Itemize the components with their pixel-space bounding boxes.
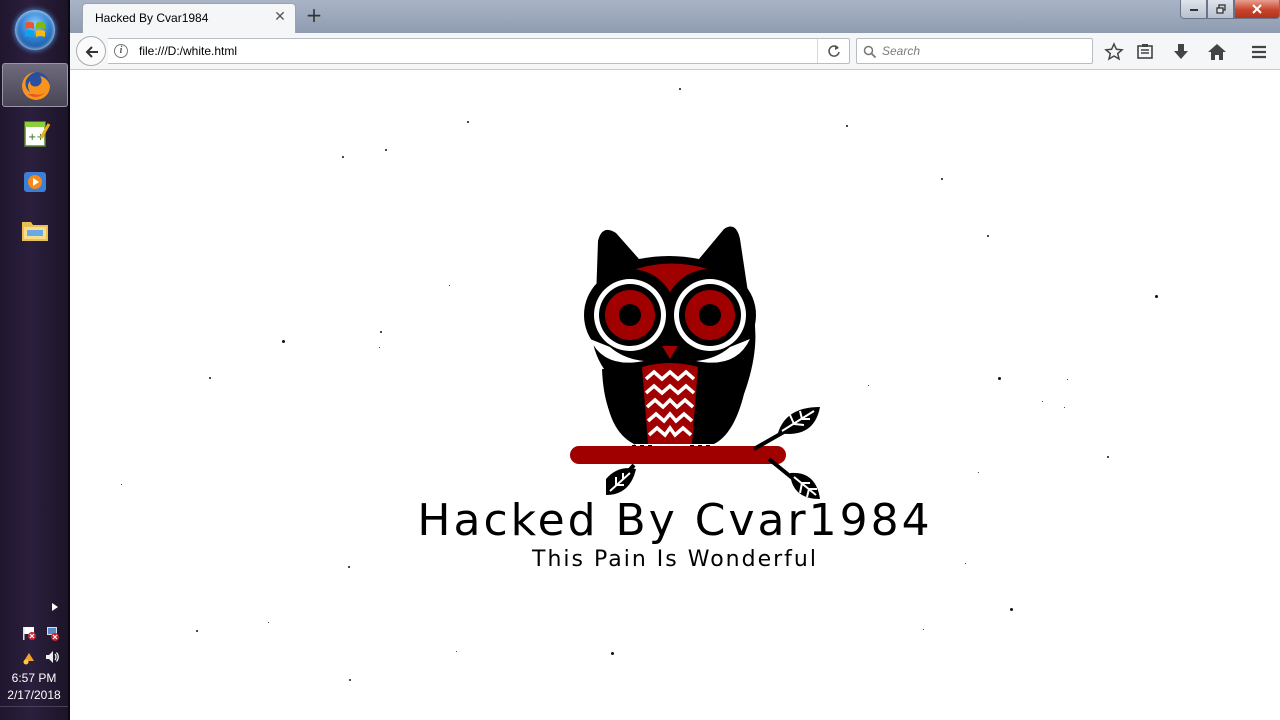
site-info-icon[interactable]: i (114, 44, 128, 58)
star-dot (379, 347, 380, 348)
star-dot (196, 630, 198, 632)
power-icon[interactable] (21, 649, 37, 665)
notepad-plus-plus-icon: ++ (24, 121, 51, 147)
star-dot (978, 472, 979, 473)
star-dot (268, 622, 269, 623)
clock-time[interactable]: 6:57 PM (0, 671, 68, 685)
search-icon (863, 45, 877, 59)
restore-icon (1215, 4, 1226, 14)
minimize-icon (1189, 9, 1198, 11)
star-dot (1064, 407, 1065, 408)
tray-expand-icon[interactable] (52, 603, 58, 611)
reading-list-icon[interactable] (1135, 42, 1155, 62)
star-dot (121, 484, 122, 485)
browser-window: Hacked By Cvar1984 ✕ + i file:///D:/whit… (70, 0, 1280, 720)
start-button[interactable] (15, 10, 55, 50)
search-bar[interactable]: Search (856, 38, 1093, 64)
star-dot (385, 149, 387, 151)
back-button[interactable] (76, 36, 106, 66)
volume-icon[interactable] (44, 649, 60, 665)
star-dot (282, 340, 285, 343)
clock-date[interactable]: 2/17/2018 (0, 688, 68, 702)
star-dot (679, 88, 681, 90)
taskbar-firefox-button[interactable] (2, 63, 68, 107)
url-bar[interactable]: i file:///D:/white.html (108, 38, 850, 64)
star-dot (1067, 379, 1068, 380)
tab-strip: Hacked By Cvar1984 ✕ + (70, 0, 1280, 33)
windows-logo-icon (25, 22, 45, 37)
star-dot (342, 156, 344, 158)
star-dot (1155, 295, 1158, 298)
action-center-flag-icon[interactable] (21, 625, 37, 641)
close-icon (1252, 4, 1262, 14)
minimize-button[interactable] (1180, 0, 1207, 19)
owl-logo (570, 226, 820, 499)
downloads-icon[interactable] (1171, 42, 1191, 62)
star-dot (846, 125, 848, 127)
star-dot (349, 679, 351, 681)
bookmark-star-icon[interactable] (1104, 42, 1124, 62)
taskbar-notepad-button[interactable]: ++ (2, 112, 68, 156)
page-subline: This Pain Is Wonderful (532, 547, 818, 572)
taskbar: ++ 6:57 PM 2/17/2018 (0, 0, 70, 720)
window-controls (1180, 0, 1280, 20)
home-icon[interactable] (1207, 42, 1227, 62)
restore-button[interactable] (1207, 0, 1234, 19)
show-desktop-button[interactable] (0, 706, 68, 720)
tab-active[interactable]: Hacked By Cvar1984 ✕ (82, 3, 296, 33)
reload-icon (828, 45, 840, 57)
star-dot (449, 285, 450, 286)
star-dot (611, 652, 614, 655)
star-dot (467, 121, 469, 123)
network-icon[interactable] (44, 625, 60, 641)
star-dot (1042, 401, 1043, 402)
star-dot (456, 651, 457, 652)
tab-title: Hacked By Cvar1984 (95, 11, 209, 25)
close-window-button[interactable] (1234, 0, 1280, 19)
reload-button[interactable] (817, 39, 849, 63)
navigation-toolbar: i file:///D:/white.html Search (70, 33, 1280, 70)
menu-icon[interactable] (1249, 42, 1269, 62)
star-dot (987, 235, 989, 237)
file-explorer-icon (22, 222, 48, 241)
star-dot (1010, 608, 1013, 611)
page-content: Hacked By Cvar1984 This Pain Is Wonderfu… (70, 71, 1280, 720)
star-dot (923, 629, 924, 630)
back-arrow-icon (85, 46, 98, 58)
page-headline: Hacked By Cvar1984 (417, 495, 933, 546)
media-player-icon (24, 172, 46, 192)
new-tab-button[interactable]: + (304, 5, 324, 25)
search-placeholder: Search (882, 44, 921, 58)
star-dot (209, 377, 211, 379)
star-dot (380, 331, 382, 333)
taskbar-explorer-button[interactable] (2, 208, 68, 252)
firefox-icon (22, 72, 50, 100)
url-text[interactable]: file:///D:/white.html (139, 44, 237, 58)
tab-close-icon[interactable]: ✕ (273, 10, 287, 24)
star-dot (868, 385, 869, 386)
star-dot (998, 377, 1001, 380)
star-dot (941, 178, 943, 180)
taskbar-media-player-button[interactable] (2, 160, 68, 204)
star-dot (1107, 456, 1109, 458)
